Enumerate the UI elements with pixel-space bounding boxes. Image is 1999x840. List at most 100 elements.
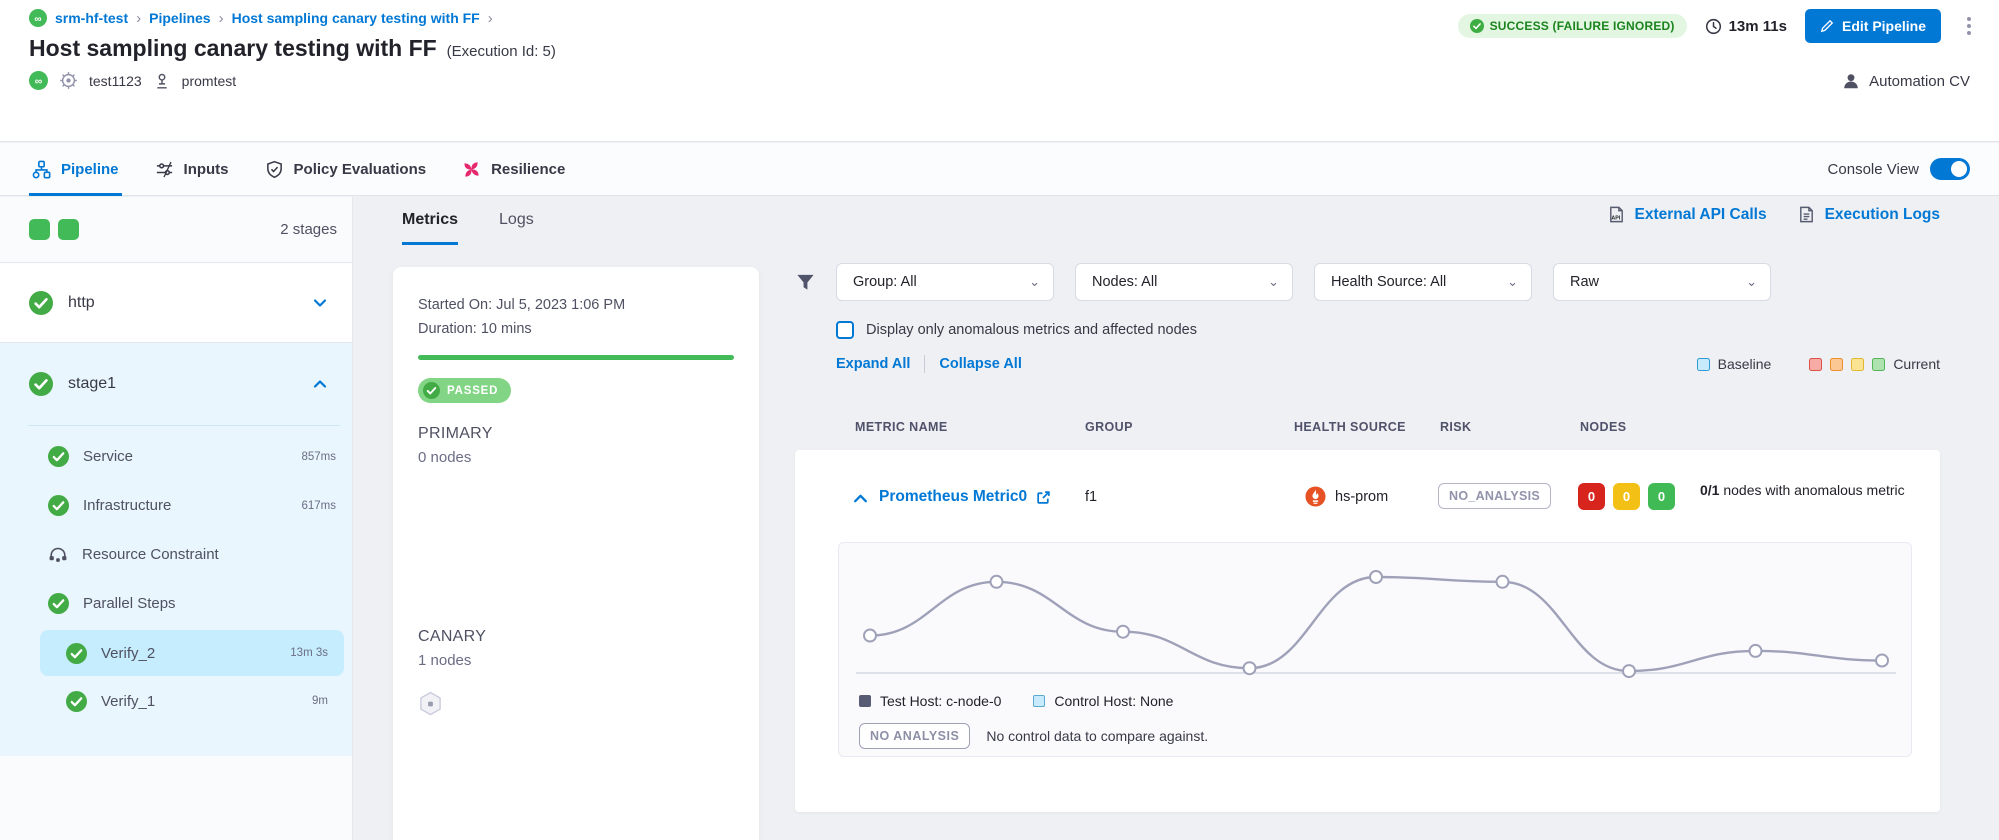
check-circle-icon bbox=[1470, 19, 1484, 33]
check-circle-icon bbox=[48, 495, 69, 516]
edit-pipeline-button[interactable]: Edit Pipeline bbox=[1805, 9, 1941, 43]
check-circle-icon bbox=[66, 691, 87, 712]
console-view-toggle[interactable] bbox=[1930, 158, 1970, 180]
breadcrumb-pipeline-name[interactable]: Host sampling canary testing with FF bbox=[232, 10, 480, 26]
more-options-menu[interactable] bbox=[1959, 11, 1979, 41]
node-risk-badges: 0 0 0 bbox=[1578, 483, 1675, 510]
resource-constraint-icon bbox=[48, 545, 68, 564]
control-host-swatch bbox=[1033, 695, 1045, 707]
step-duration: 857ms bbox=[301, 451, 336, 463]
data-mode-dropdown[interactable]: Raw⌄ bbox=[1553, 263, 1771, 301]
app-canvas: ∞ srm-hf-test › Pipelines › Host samplin… bbox=[0, 0, 1999, 840]
group-filter-dropdown[interactable]: Group: All⌄ bbox=[836, 263, 1054, 301]
stage-count-label: 2 stages bbox=[280, 221, 337, 238]
top-header: ∞ srm-hf-test › Pipelines › Host samplin… bbox=[0, 0, 1999, 142]
external-api-calls-link[interactable]: API External API Calls bbox=[1607, 205, 1767, 224]
health-source-filter-dropdown[interactable]: Health Source: All⌄ bbox=[1314, 263, 1532, 301]
breadcrumb-separator: › bbox=[219, 10, 224, 27]
tab-metrics[interactable]: Metrics bbox=[402, 211, 458, 245]
tab-logs[interactable]: Logs bbox=[499, 211, 534, 245]
metric-group-value: f1 bbox=[1085, 489, 1097, 505]
cd-module-icon: ∞ bbox=[29, 71, 48, 90]
clock-icon bbox=[1705, 18, 1722, 35]
test-host-label: Test Host: c-node-0 bbox=[880, 693, 1001, 709]
sidebar-step-verify-1[interactable]: Verify_1 9m bbox=[40, 678, 344, 724]
no-analysis-badge: NO ANALYSIS bbox=[859, 723, 970, 749]
baseline-label: Baseline bbox=[1718, 356, 1772, 372]
inputs-icon bbox=[155, 160, 174, 179]
stage1-section: stage1 Service 857ms Infrastructure 617m… bbox=[0, 343, 352, 756]
baseline-swatch bbox=[1697, 358, 1710, 371]
svg-text:∞: ∞ bbox=[35, 76, 43, 88]
api-document-icon: API bbox=[1607, 205, 1626, 224]
sidebar-step-resource-constraint[interactable]: Resource Constraint bbox=[0, 530, 352, 579]
tab-resilience[interactable]: Resilience bbox=[459, 143, 568, 195]
sidebar-step-infrastructure[interactable]: Infrastructure 617ms bbox=[0, 481, 352, 530]
console-view-label: Console View bbox=[1828, 161, 1919, 178]
metric-line-chart bbox=[856, 553, 1896, 685]
sidebar-step-service[interactable]: Service 857ms bbox=[0, 432, 352, 481]
duration-label: Duration: 10 mins bbox=[418, 321, 532, 337]
current-yellow-swatch bbox=[1851, 358, 1864, 371]
chevron-up-icon bbox=[312, 376, 328, 392]
gear-icon bbox=[59, 71, 78, 90]
execution-logs-link[interactable]: Execution Logs bbox=[1797, 205, 1940, 224]
sidebar-step-parallel-steps[interactable]: Parallel Steps bbox=[0, 579, 352, 628]
page-title: Host sampling canary testing with FF bbox=[29, 35, 437, 62]
tab-pipeline[interactable]: Pipeline bbox=[29, 143, 122, 195]
metric-name-link[interactable]: Prometheus Metric0 bbox=[879, 488, 1051, 506]
external-link-icon[interactable] bbox=[1036, 490, 1051, 505]
red-node-count: 0 bbox=[1578, 483, 1605, 510]
log-document-icon bbox=[1797, 205, 1816, 224]
metric-chart-panel: Test Host: c-node-0 Control Host: None N… bbox=[838, 542, 1912, 757]
check-circle-icon bbox=[48, 446, 69, 467]
log-links: API External API Calls Execution Logs bbox=[1607, 205, 1941, 224]
breadcrumb-separator: › bbox=[488, 10, 493, 27]
no-analysis-message: No control data to compare against. bbox=[986, 728, 1208, 744]
tab-policy-evaluations[interactable]: Policy Evaluations bbox=[262, 143, 430, 195]
filter-funnel-icon bbox=[795, 272, 816, 293]
col-group: GROUP bbox=[1085, 420, 1133, 434]
breadcrumb-project[interactable]: srm-hf-test bbox=[55, 10, 128, 26]
sidebar-step-verify-2[interactable]: Verify_2 13m 3s bbox=[40, 630, 344, 676]
control-host-label: Control Host: None bbox=[1054, 693, 1173, 709]
user-icon bbox=[1842, 72, 1860, 90]
current-label: Current bbox=[1893, 356, 1940, 372]
col-nodes: NODES bbox=[1580, 420, 1626, 434]
yellow-node-count: 0 bbox=[1613, 483, 1640, 510]
elapsed-time: 13m 11s bbox=[1705, 18, 1787, 35]
metrics-table-header: METRIC NAME GROUP HEALTH SOURCE RISK NOD… bbox=[0, 420, 1999, 438]
expand-all-link[interactable]: Expand All bbox=[836, 356, 910, 372]
execution-stage-sidebar: 2 stages http stage1 Service 857ms Infra… bbox=[0, 197, 353, 840]
anomalous-only-label: Display only anomalous metrics and affec… bbox=[866, 322, 1197, 338]
collapse-all-link[interactable]: Collapse All bbox=[939, 356, 1021, 372]
sidebar-stage-stage1[interactable]: stage1 bbox=[0, 343, 352, 425]
tab-inputs[interactable]: Inputs bbox=[152, 143, 232, 195]
primary-node-count: 0 nodes bbox=[418, 449, 471, 466]
verification-progress-bar bbox=[418, 355, 734, 360]
col-health-source: HEALTH SOURCE bbox=[1294, 420, 1406, 434]
check-circle-icon bbox=[48, 593, 69, 614]
current-orange-swatch bbox=[1830, 358, 1843, 371]
module-tabbar: Pipeline Inputs Policy Evaluations Resil… bbox=[0, 143, 1999, 196]
breadcrumb-pipelines[interactable]: Pipelines bbox=[149, 10, 210, 26]
collapse-metric-chevron[interactable] bbox=[852, 490, 869, 507]
anomalous-only-checkbox[interactable] bbox=[836, 321, 854, 339]
current-green-swatch bbox=[1872, 358, 1885, 371]
sidebar-stage-http[interactable]: http bbox=[0, 263, 352, 343]
execution-meta: ∞ test1123 promtest bbox=[29, 71, 236, 90]
canary-node-hexagon-icon[interactable] bbox=[418, 691, 443, 718]
analysis-status-row: NO ANALYSIS No control data to compare a… bbox=[859, 723, 1208, 749]
chart-color-legend: Baseline Current bbox=[1697, 356, 1940, 372]
nodes-filter-dropdown[interactable]: Nodes: All⌄ bbox=[1075, 263, 1293, 301]
chevron-down-icon bbox=[312, 295, 328, 311]
triggered-by-user: Automation CV bbox=[1842, 72, 1970, 90]
prometheus-icon bbox=[1305, 486, 1326, 507]
step-detail-tabs: Metrics Logs bbox=[402, 211, 534, 245]
breadcrumb: ∞ srm-hf-test › Pipelines › Host samplin… bbox=[29, 9, 493, 27]
chevron-down-icon: ⌄ bbox=[1746, 274, 1757, 290]
service-name: test1123 bbox=[89, 73, 142, 89]
check-circle-icon bbox=[29, 291, 53, 315]
metric-health-source: hs-prom bbox=[1305, 486, 1388, 507]
pipeline-icon bbox=[32, 160, 51, 179]
